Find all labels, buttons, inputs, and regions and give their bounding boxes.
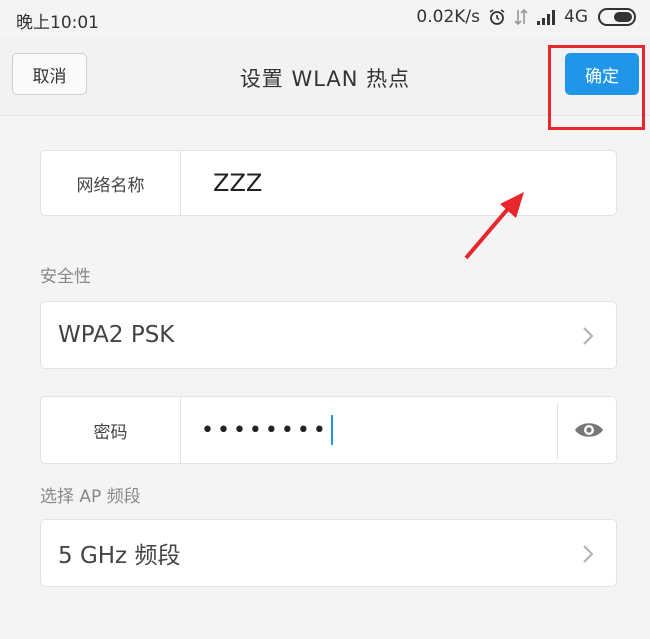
network-name-input[interactable]: ZZZ: [213, 151, 262, 215]
annotation-arrow-icon: [464, 192, 524, 260]
chevron-right-icon: [583, 327, 594, 345]
password-dots: ••••••••: [201, 417, 329, 443]
chevron-right-icon: [583, 545, 594, 563]
password-label: 密码: [41, 397, 181, 463]
status-time: 晚上10:01: [16, 13, 99, 33]
alarm-icon: [488, 8, 506, 26]
security-select[interactable]: WPA2 PSK: [40, 301, 617, 369]
status-right: 0.02K/s 4G: [416, 7, 636, 27]
battery-icon: [598, 8, 636, 26]
password-row: 密码 ••••••••: [40, 396, 617, 464]
network-name-label: 网络名称: [41, 151, 181, 215]
data-transfer-icon: [514, 8, 528, 26]
divider: [557, 403, 558, 459]
password-input[interactable]: ••••••••: [201, 397, 333, 463]
text-cursor: [330, 415, 333, 445]
security-section-label: 安全性: [40, 267, 91, 287]
band-value: 5 GHz 频段: [58, 543, 181, 569]
security-value: WPA2 PSK: [58, 322, 175, 348]
band-section-label: 选择 AP 频段: [40, 487, 141, 507]
eye-icon[interactable]: [573, 418, 605, 442]
network-type: 4G: [564, 7, 588, 27]
band-select[interactable]: 5 GHz 频段: [40, 519, 617, 587]
annotation-highlight-box: [548, 45, 645, 130]
network-speed: 0.02K/s: [416, 7, 480, 27]
status-bar: 晚上10:01 0.02K/s 4G: [0, 0, 650, 36]
signal-icon: [536, 9, 556, 25]
network-name-row: 网络名称 ZZZ: [40, 150, 617, 216]
